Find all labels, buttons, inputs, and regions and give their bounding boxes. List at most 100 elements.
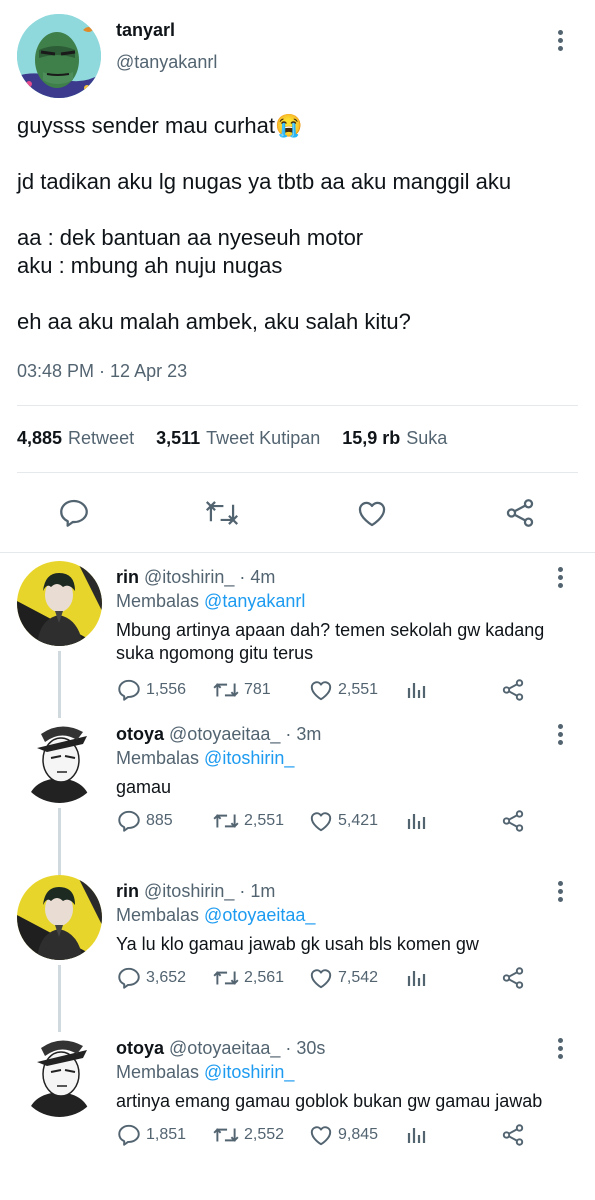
like-icon bbox=[310, 969, 332, 989]
retweet-button[interactable]: 781 bbox=[212, 675, 271, 705]
reply-display-name[interactable]: otoya bbox=[116, 724, 164, 744]
tweet-line: jd tadikan aku lg nugas ya tbtb aa aku m… bbox=[17, 169, 512, 194]
rin-avatar-icon bbox=[17, 875, 102, 960]
reply-count: 3,652 bbox=[146, 969, 187, 986]
retweet-count: 781 bbox=[244, 681, 271, 698]
analytics-icon bbox=[407, 1128, 426, 1143]
likes-stat[interactable]: 15,9 rb Suka bbox=[342, 428, 447, 449]
share-button[interactable] bbox=[500, 1120, 530, 1150]
like-count: 5,421 bbox=[338, 812, 379, 829]
mention-link[interactable]: @otoyaeitaa_ bbox=[204, 905, 315, 925]
retweet-button[interactable]: 2,561 bbox=[212, 963, 284, 993]
like-count: 7,542 bbox=[338, 969, 379, 986]
replying-to: Membalas @itoshirin_ bbox=[116, 748, 294, 769]
reply-button[interactable]: 1,851 bbox=[116, 1120, 186, 1150]
more-options-icon[interactable] bbox=[555, 881, 565, 907]
reply-display-name[interactable]: rin bbox=[116, 881, 139, 901]
like-button[interactable]: 9,845 bbox=[308, 1120, 378, 1150]
retweet-icon bbox=[205, 501, 239, 525]
quotes-label: Tweet Kutipan bbox=[206, 428, 321, 448]
reply-actions: 885 2,551 5,421 bbox=[116, 806, 536, 836]
mention-link[interactable]: @itoshirin_ bbox=[204, 748, 294, 768]
tweet-timestamp[interactable]: 03:48 PM · 12 Apr 23 bbox=[17, 361, 187, 382]
divider bbox=[17, 405, 578, 406]
like-button[interactable]: 2,551 bbox=[308, 675, 378, 705]
more-options-icon[interactable] bbox=[555, 567, 565, 593]
more-options-icon[interactable] bbox=[555, 724, 565, 750]
reply-text: Mbung artinya apaan dah? temen sekolah g… bbox=[116, 620, 545, 663]
replying-to: Membalas @tanyakanrl bbox=[116, 591, 305, 612]
reply-tweet[interactable]: rin @itoshirin_ · 1m Membalas @otoyaeita… bbox=[0, 867, 595, 1032]
reply-header: otoya @otoyaeitaa_ · 3m bbox=[116, 724, 321, 745]
analytics-icon bbox=[407, 971, 426, 986]
avatar[interactable] bbox=[17, 1032, 102, 1117]
retweet-count: 2,561 bbox=[244, 969, 285, 986]
tweet-text: guysss sender mau curhat😭 jd tadikan aku… bbox=[17, 112, 577, 336]
reply-count: 885 bbox=[146, 812, 173, 829]
reply-icon bbox=[118, 967, 140, 989]
retweet-button[interactable]: 2,551 bbox=[212, 806, 284, 836]
reply-handle-time: @itoshirin_ · 4m bbox=[144, 567, 276, 587]
reply-display-name[interactable]: otoya bbox=[116, 1038, 164, 1058]
share-button[interactable] bbox=[500, 806, 530, 836]
share-icon bbox=[506, 499, 534, 527]
reply-display-name[interactable]: rin bbox=[116, 567, 139, 587]
analytics-icon bbox=[407, 814, 426, 829]
analytics-button[interactable] bbox=[406, 675, 432, 705]
avatar[interactable] bbox=[17, 718, 102, 803]
handle[interactable]: @tanyakanrl bbox=[116, 52, 217, 73]
otoya-avatar-icon bbox=[17, 1032, 102, 1117]
reply-text: artinya emang gamau goblok bukan gw gama… bbox=[116, 1091, 543, 1111]
mention-link[interactable]: @itoshirin_ bbox=[204, 1062, 294, 1082]
reply-icon bbox=[60, 499, 88, 527]
reply-tweet[interactable]: rin @itoshirin_ · 4m Membalas @tanyakanr… bbox=[0, 553, 595, 718]
reply-handle-time: @otoyaeitaa_ · 30s bbox=[169, 1038, 326, 1058]
like-button[interactable]: 7,542 bbox=[308, 963, 378, 993]
share-icon bbox=[502, 967, 524, 989]
retweet-count: 2,552 bbox=[244, 1126, 285, 1143]
thread-line bbox=[58, 651, 61, 718]
reply-handle-time: @otoyaeitaa_ · 3m bbox=[169, 724, 322, 744]
reply-button[interactable]: 1,556 bbox=[116, 675, 186, 705]
tweet-line: guysss sender mau curhat😭 bbox=[17, 113, 303, 138]
reply-button[interactable] bbox=[54, 493, 94, 533]
thread-line bbox=[58, 808, 61, 875]
share-button[interactable] bbox=[500, 493, 540, 533]
retweet-icon bbox=[213, 814, 239, 828]
retweets-stat[interactable]: 4,885 Retweet bbox=[17, 428, 134, 449]
fish-avatar-icon bbox=[17, 14, 101, 98]
reply-button[interactable]: 885 bbox=[116, 806, 173, 836]
reply-tweet[interactable]: otoya @otoyaeitaa_ · 30s Membalas @itosh… bbox=[0, 1024, 595, 1181]
share-button[interactable] bbox=[500, 963, 530, 993]
replying-to: Membalas @otoyaeitaa_ bbox=[116, 905, 315, 926]
analytics-button[interactable] bbox=[406, 806, 432, 836]
avatar[interactable] bbox=[17, 875, 102, 960]
like-icon bbox=[310, 681, 332, 701]
analytics-button[interactable] bbox=[406, 1120, 432, 1150]
avatar[interactable] bbox=[17, 561, 102, 646]
reply-actions: 3,652 2,561 7,542 bbox=[116, 963, 536, 993]
display-name[interactable]: tanyarl bbox=[116, 20, 175, 41]
retweet-icon bbox=[213, 971, 239, 985]
otoya-avatar-icon bbox=[17, 718, 102, 803]
quotes-stat[interactable]: 3,511 Tweet Kutipan bbox=[156, 428, 320, 449]
reply-header: otoya @otoyaeitaa_ · 30s bbox=[116, 1038, 325, 1059]
more-options-icon[interactable] bbox=[555, 30, 565, 56]
retweet-count: 2,551 bbox=[244, 812, 285, 829]
retweet-button[interactable] bbox=[202, 493, 242, 533]
more-options-icon[interactable] bbox=[555, 1038, 565, 1064]
like-count: 2,551 bbox=[338, 681, 379, 698]
replying-label: Membalas bbox=[116, 1062, 200, 1082]
like-button[interactable] bbox=[352, 493, 392, 533]
reply-tweet[interactable]: otoya @otoyaeitaa_ · 3m Membalas @itoshi… bbox=[0, 710, 595, 875]
avatar[interactable] bbox=[17, 14, 101, 98]
share-button[interactable] bbox=[500, 675, 530, 705]
like-button[interactable]: 5,421 bbox=[308, 806, 378, 836]
analytics-button[interactable] bbox=[406, 963, 432, 993]
mention-link[interactable]: @tanyakanrl bbox=[204, 591, 305, 611]
retweet-button[interactable]: 2,552 bbox=[212, 1120, 284, 1150]
reply-count: 1,556 bbox=[146, 681, 187, 698]
reply-button[interactable]: 3,652 bbox=[116, 963, 186, 993]
like-icon bbox=[310, 1126, 332, 1146]
likes-count: 15,9 rb bbox=[342, 428, 401, 448]
